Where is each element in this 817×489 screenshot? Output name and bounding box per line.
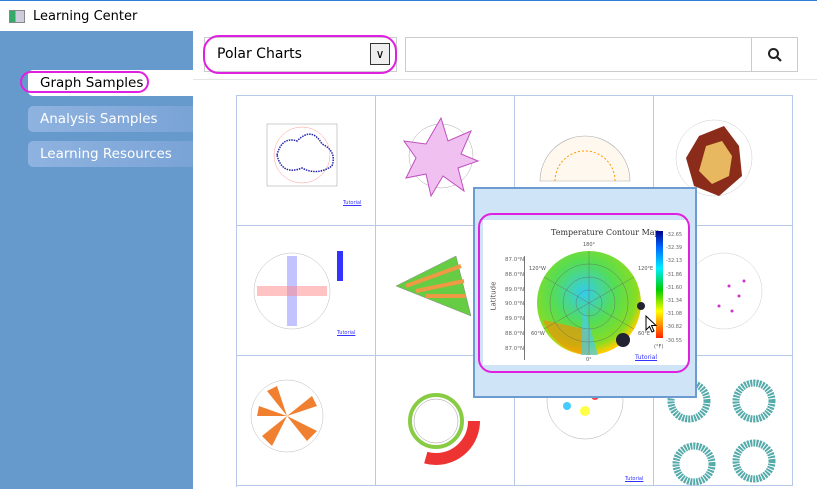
search-input[interactable] — [405, 37, 752, 72]
sidebar: Graph Samples Analysis Samples Learning … — [0, 31, 193, 489]
search-icon — [767, 47, 782, 62]
tutorial-link[interactable]: Tutorial — [343, 200, 361, 206]
sidebar-item-analysis-samples[interactable]: Analysis Samples — [28, 106, 193, 132]
highlight-graph-samples — [20, 71, 149, 93]
mouse-cursor-icon — [645, 315, 658, 333]
sample-thumbnail[interactable]: Tutorial — [237, 226, 376, 356]
divider — [193, 79, 817, 80]
tutorial-link[interactable]: Tutorial — [337, 330, 355, 336]
app-icon — [9, 9, 25, 23]
preview-popup[interactable]: Temperature Contour Map Latitude 87.0°N 8… — [473, 187, 697, 398]
search-button[interactable] — [751, 37, 798, 72]
window-title: Learning Center — [33, 8, 138, 24]
tutorial-link[interactable]: Tutorial — [625, 476, 643, 482]
sidebar-item-learning-resources[interactable]: Learning Resources — [28, 141, 193, 167]
title-bar: Learning Center — [0, 0, 817, 31]
sample-thumbnail[interactable] — [237, 356, 376, 486]
highlight-dropdown — [203, 35, 397, 74]
sample-thumbnail[interactable]: Tutorial — [237, 96, 376, 226]
highlight-preview — [478, 213, 690, 373]
